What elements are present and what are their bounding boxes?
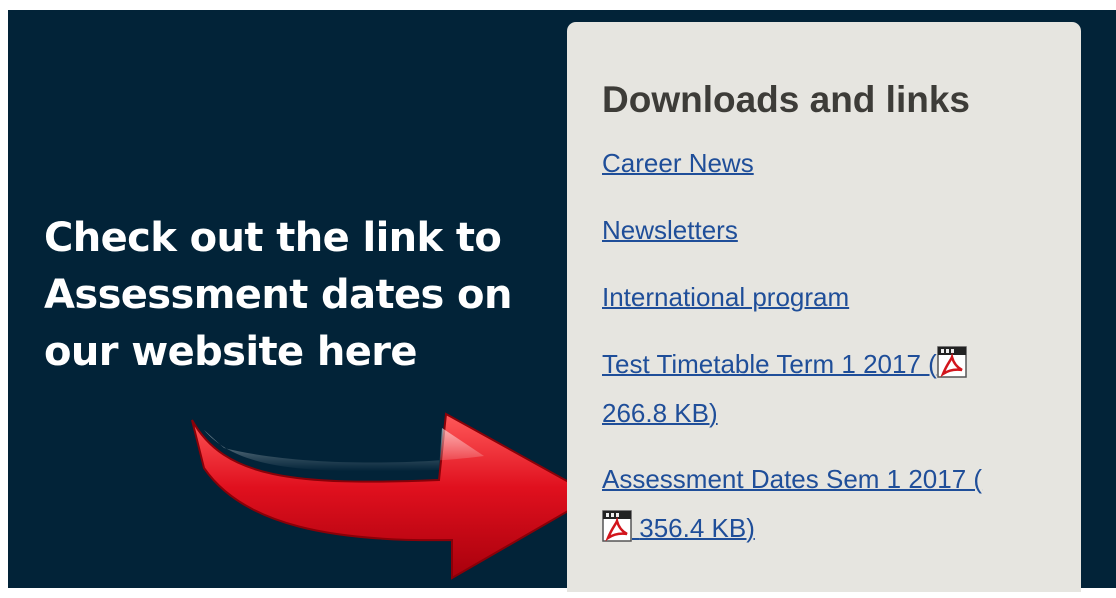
link-line: Test Timetable Term 1 2017 (: [602, 339, 1081, 388]
assessment-dates-link[interactable]: Assessment Dates Sem 1 2017 ( 356.4 KB): [602, 454, 1081, 552]
list-item: Assessment Dates Sem 1 2017 ( 356.4 KB): [602, 454, 1081, 552]
list-item: International program: [602, 272, 1081, 322]
link-text: Test Timetable Term 1 2017 (: [602, 349, 937, 379]
pdf-file-icon: [937, 346, 967, 378]
link-line: 266.8 KB): [602, 398, 718, 428]
callout-line-2: Assessment dates on: [44, 272, 512, 318]
career-news-link[interactable]: Career News: [602, 148, 754, 178]
link-text: 356.4 KB): [639, 513, 755, 543]
downloads-panel: Downloads and links Career News Newslett…: [567, 22, 1081, 592]
link-line: 356.4 KB): [602, 503, 1081, 552]
panel-title: Downloads and links: [602, 79, 970, 120]
list-item: Newsletters: [602, 205, 1081, 255]
test-timetable-link[interactable]: Test Timetable Term 1 2017 ( 266.8 KB): [602, 339, 1081, 437]
list-item: Career News: [602, 138, 1081, 188]
download-links-list: Career News Newsletters International pr…: [602, 138, 1081, 552]
newsletters-link[interactable]: Newsletters: [602, 215, 738, 245]
list-item: Test Timetable Term 1 2017 ( 266.8 KB): [602, 339, 1081, 437]
pdf-file-icon: [602, 510, 632, 542]
callout-text: Check out the link to Assessment dates o…: [44, 210, 564, 381]
callout-line-3: our website here: [44, 329, 417, 375]
international-program-link[interactable]: International program: [602, 282, 849, 312]
link-line: Assessment Dates Sem 1 2017 (: [602, 464, 983, 494]
red-arrow-icon: [191, 412, 597, 580]
callout-line-1: Check out the link to: [44, 215, 502, 261]
